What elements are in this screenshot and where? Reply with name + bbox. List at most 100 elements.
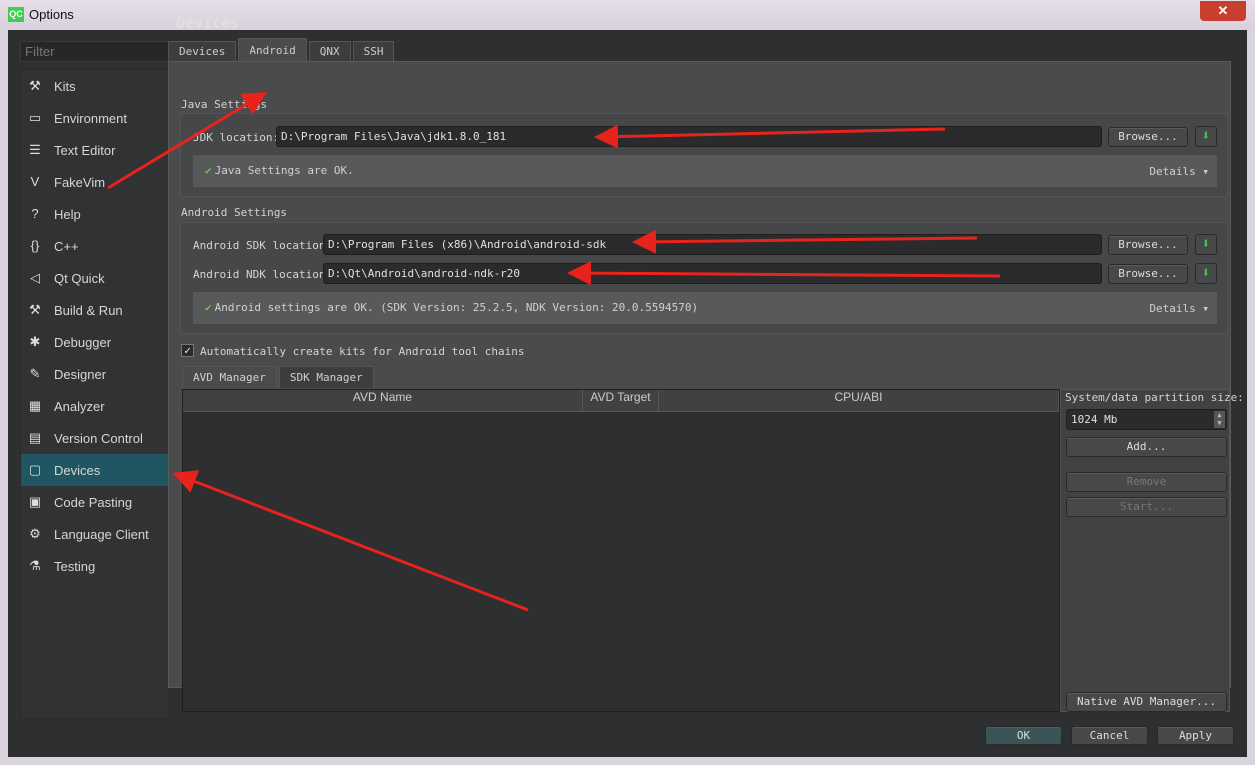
jdk-location-input[interactable]: D:\Program Files\Java\jdk1.8.0_181: [276, 126, 1102, 147]
avd-table: AVD Name AVD Target CPU/ABI: [182, 389, 1060, 712]
column-avd-target[interactable]: AVD Target: [583, 390, 659, 412]
java-status: ✔ Java Settings are OK. Details ▾: [193, 155, 1217, 187]
sidebar-item-label: Designer: [54, 366, 107, 382]
sidebar-item-code-pasting[interactable]: ▣ Code Pasting: [21, 486, 169, 518]
clipboard-icon: ▣: [28, 494, 42, 509]
bug-icon: ✱: [29, 334, 41, 349]
language-client-icon: ⚙: [29, 526, 41, 541]
sidebar-item-c-[interactable]: {} C++: [21, 230, 169, 262]
sidebar-item-build-run[interactable]: ⚒ Build & Run: [21, 294, 169, 326]
ndk-download-icon[interactable]: ⬇: [1195, 263, 1217, 284]
cpp-icon: {}: [30, 238, 40, 253]
pencil-icon: ✎: [29, 366, 41, 381]
android-sdk-input[interactable]: D:\Program Files (x86)\Android\android-s…: [323, 234, 1102, 255]
tab-ssh[interactable]: SSH: [352, 41, 395, 61]
app-logo: QC: [8, 7, 24, 22]
hammer-icon: ⚒: [29, 302, 41, 317]
fakevim-icon: V: [30, 174, 40, 189]
tab-devices[interactable]: Devices: [168, 41, 237, 61]
start-avd-button[interactable]: Start...: [1066, 497, 1227, 517]
add-avd-button[interactable]: Add...: [1066, 437, 1227, 457]
sidebar-item-label: Help: [54, 206, 81, 222]
cancel-button[interactable]: Cancel: [1071, 726, 1148, 745]
jdk-browse-button[interactable]: Browse...: [1108, 127, 1188, 147]
jdk-download-icon[interactable]: ⬇: [1195, 126, 1217, 147]
page-title: Devices: [176, 14, 240, 32]
sidebar-item-label: Environment: [54, 110, 127, 126]
column-cpu-abi[interactable]: CPU/ABI: [659, 390, 1059, 412]
sidebar-item-label: Build & Run: [54, 302, 123, 318]
sidebar-item-analyzer[interactable]: ▦ Analyzer: [21, 390, 169, 422]
tab-qnx[interactable]: QNX: [308, 41, 351, 61]
auto-kits-label: Automatically create kits for Android to…: [200, 345, 525, 358]
manager-tabs: AVD Manager SDK Manager: [182, 366, 376, 388]
analyzer-icon: ▦: [28, 398, 42, 413]
sidebar-item-label: Debugger: [54, 334, 112, 350]
sidebar-item-label: Language Client: [54, 526, 149, 542]
android-ndk-input[interactable]: D:\Qt\Android\android-ndk-r20: [323, 263, 1102, 284]
sdk-browse-button[interactable]: Browse...: [1108, 235, 1188, 255]
help-icon: ?: [31, 206, 39, 221]
category-list: ⚒ Kits ▭ Environment ☰ Text Editor V FakeVim? He…: [20, 69, 170, 719]
sidebar-item-label: C++: [54, 238, 79, 254]
android-sdk-label: Android SDK location:: [193, 239, 333, 252]
partition-size-label: System/data partition size:: [1065, 391, 1244, 404]
sidebar-item-version-control[interactable]: ▤ Version Control: [21, 422, 169, 454]
check-icon: ✔: [205, 164, 212, 177]
qt-quick-icon: ◁: [30, 270, 40, 285]
remove-avd-button[interactable]: Remove: [1066, 472, 1227, 492]
sidebar-item-qt-quick[interactable]: ◁ Qt Quick: [21, 262, 169, 294]
android-status: ✔ Android settings are OK. (SDK Version: …: [193, 292, 1217, 324]
kits-icon: ⚒: [29, 78, 41, 93]
devices-icon: ▢: [28, 462, 42, 477]
apply-button[interactable]: Apply: [1157, 726, 1234, 745]
filter-input[interactable]: [20, 41, 170, 62]
partition-size-spinbox[interactable]: 1024 Mb ▲ ▼: [1066, 409, 1227, 430]
jdk-location-label: JDK location:: [193, 131, 280, 144]
auto-kits-checkbox[interactable]: ✓: [181, 344, 194, 357]
sidebar-item-testing[interactable]: ⚗ Testing: [21, 550, 169, 582]
ndk-browse-button[interactable]: Browse...: [1108, 264, 1188, 284]
sidebar-item-designer[interactable]: ✎ Designer: [21, 358, 169, 390]
check-icon: ✔: [205, 301, 212, 314]
sidebar-item-debugger[interactable]: ✱ Debugger: [21, 326, 169, 358]
android-details-toggle[interactable]: Details ▾: [1149, 302, 1209, 315]
version-control-icon: ▤: [28, 430, 42, 445]
android-settings-heading: Android Settings: [181, 206, 287, 219]
sidebar-item-environment[interactable]: ▭ Environment: [21, 102, 169, 134]
ok-button[interactable]: OK: [985, 726, 1062, 745]
java-settings-heading: Java Settings: [181, 98, 268, 111]
sidebar-item-devices[interactable]: ▢ Devices: [21, 454, 169, 486]
partition-size-value: 1024 Mb: [1071, 413, 1118, 426]
tab-avd-manager[interactable]: AVD Manager: [182, 366, 277, 388]
sidebar-item-label: FakeVim: [54, 174, 106, 190]
tab-sdk-manager[interactable]: SDK Manager: [278, 366, 374, 388]
sdk-download-icon[interactable]: ⬇: [1195, 234, 1217, 255]
native-avd-manager-button[interactable]: Native AVD Manager...: [1066, 692, 1227, 712]
sidebar-item-label: Kits: [54, 78, 76, 94]
sidebar-item-label: Code Pasting: [54, 494, 133, 510]
tab-android[interactable]: Android: [238, 38, 307, 61]
sidebar-item-help[interactable]: ? Help: [21, 198, 169, 230]
text-editor-icon: ☰: [29, 142, 41, 157]
close-button[interactable]: ✕: [1200, 1, 1246, 21]
sidebar-item-label: Text Editor: [54, 142, 116, 158]
sidebar-item-text-editor[interactable]: ☰ Text Editor: [21, 134, 169, 166]
java-status-text: Java Settings are OK.: [214, 164, 354, 177]
sidebar-item-fakevim[interactable]: V FakeVim: [21, 166, 169, 198]
device-tabs: Devices Android QNX SSH: [168, 38, 396, 61]
monitor-icon: ▭: [28, 110, 42, 125]
column-avd-name[interactable]: AVD Name: [183, 390, 583, 412]
window-title: Options: [29, 7, 74, 22]
sidebar-item-label: Analyzer: [54, 398, 105, 414]
flask-icon: ⚗: [29, 558, 41, 573]
sidebar-item-label: Testing: [54, 558, 96, 574]
spin-arrows-icon[interactable]: ▲ ▼: [1214, 411, 1225, 428]
sidebar-item-kits[interactable]: ⚒ Kits: [21, 70, 169, 102]
sidebar-item-language-client[interactable]: ⚙ Language Client: [21, 518, 169, 550]
sidebar-item-label: Qt Quick: [54, 270, 105, 286]
sidebar-item-label: Version Control: [54, 430, 143, 446]
sidebar-item-label: Devices: [54, 462, 101, 478]
java-details-toggle[interactable]: Details ▾: [1149, 165, 1209, 178]
android-ndk-label: Android NDK location:: [193, 268, 333, 281]
